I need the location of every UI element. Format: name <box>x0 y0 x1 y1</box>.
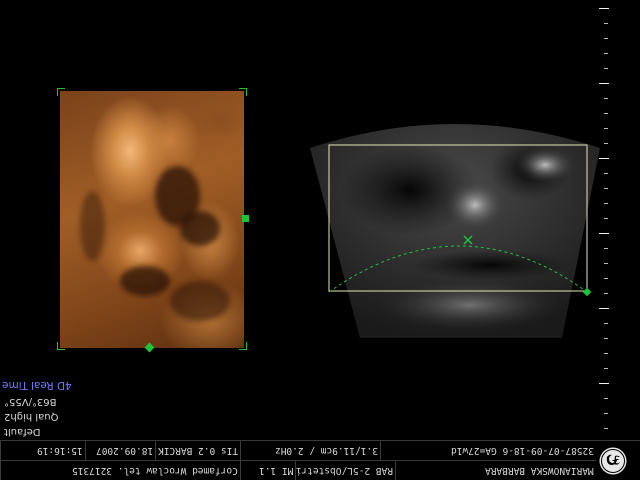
institution-cell: Corfamed Wroclaw tel. 3217315 <box>0 461 241 480</box>
depth-tick <box>604 263 608 264</box>
depth-tick <box>599 233 609 234</box>
depth-tick <box>604 323 608 324</box>
depth-tick <box>604 203 608 204</box>
mi-cell: MI 1.1 <box>240 461 296 480</box>
render-corner-top-left <box>57 88 65 96</box>
bmode-view[interactable] <box>300 110 610 340</box>
depth-tick <box>604 38 608 39</box>
depth-tick <box>604 188 608 189</box>
depth-tick <box>604 113 608 114</box>
render-corner-bottom-left <box>57 342 65 350</box>
depth-tick <box>604 293 608 294</box>
info-row-top: 15:16:19 18.09.2007 TIs 0.2 BARCIK 3.1/1… <box>0 441 596 460</box>
roi-curve-handle[interactable] <box>582 287 592 297</box>
depth-tick <box>604 353 608 354</box>
depth-tick <box>604 128 608 129</box>
depth-tick <box>604 98 608 99</box>
depth-tick <box>604 173 608 174</box>
depth-tick <box>599 158 609 159</box>
render-3d-view[interactable] <box>60 91 244 348</box>
mi-text: MI 1.1 <box>258 465 293 476</box>
tis-cell: TIs 0.2 BARCIK <box>155 441 241 460</box>
exam-id-text: 32587-07-09-18-6 GA=27w1d <box>451 445 594 456</box>
institution-text: Corfamed Wroclaw tel. 3217315 <box>72 465 238 476</box>
depth-tick <box>604 248 608 249</box>
depth-tick <box>604 368 608 369</box>
depth-tick <box>599 83 609 84</box>
acquisition-cell: 3.1/11.9cm / 2.0Hz <box>240 441 381 460</box>
depth-tick <box>604 23 608 24</box>
angle-label: B63°/V55° <box>4 396 57 407</box>
depth-tick <box>604 68 608 69</box>
ultrasound-screen: 4D Real Time B63°/V55° Qual high2 Defaul… <box>0 0 640 480</box>
acquisition-text: 3.1/11.9cm / 2.0Hz <box>275 445 378 456</box>
exam-id-cell: 32587-07-09-18-6 GA=27w1d <box>380 441 597 460</box>
time-text: 15:16:19 <box>37 445 83 456</box>
quality-label: Qual high2 <box>4 411 59 422</box>
preset-label: Default <box>4 426 41 437</box>
depth-tick <box>604 278 608 279</box>
render-corner-bottom-right <box>239 342 247 350</box>
depth-tick <box>604 398 608 399</box>
depth-tick <box>604 53 608 54</box>
depth-tick <box>604 143 608 144</box>
time-cell: 15:16:19 <box>0 441 86 460</box>
date-text: 18.09.2007 <box>95 445 153 456</box>
depth-tick <box>604 413 608 414</box>
depth-tick <box>599 308 609 309</box>
tis-text: TIs 0.2 BARCIK <box>157 445 238 456</box>
probe-text: RAB 2-5L/Obstetric <box>295 465 393 476</box>
patient-cell: MARIANOWSKA BARBARA <box>395 461 597 480</box>
info-row-bottom: Corfamed Wroclaw tel. 3217315 MI 1.1 RAB… <box>0 460 596 480</box>
render-corner-top-right <box>239 88 247 96</box>
depth-tick <box>599 8 609 9</box>
mode-label: 4D Real Time <box>2 379 72 391</box>
depth-scale <box>596 0 616 440</box>
render-rotate-handle-right[interactable] <box>242 215 249 222</box>
depth-tick <box>599 383 609 384</box>
patient-name: MARIANOWSKA BARBARA <box>485 465 594 476</box>
ge-logo-icon <box>599 447 627 475</box>
probe-cell: RAB 2-5L/Obstetric <box>295 461 396 480</box>
depth-tick <box>604 218 608 219</box>
depth-tick <box>604 338 608 339</box>
date-cell: 18.09.2007 <box>85 441 156 460</box>
depth-tick <box>604 428 608 429</box>
